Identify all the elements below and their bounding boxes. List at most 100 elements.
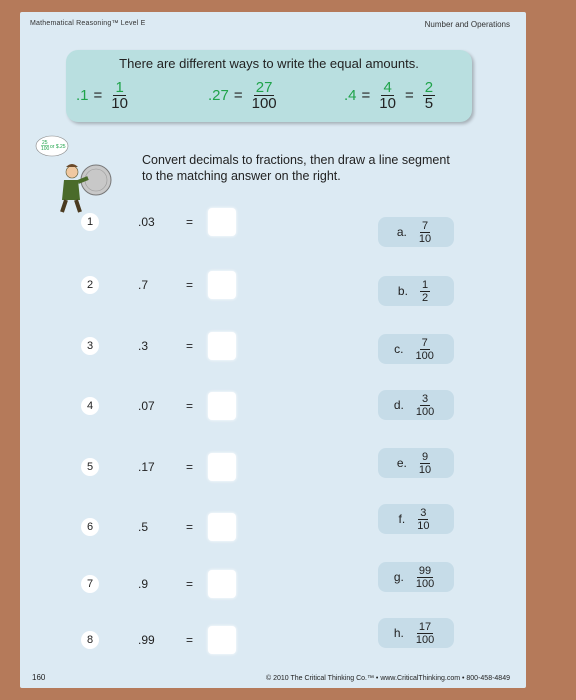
numerator: 3 (418, 506, 429, 520)
problem-number: 1 (81, 213, 99, 231)
answer-box[interactable] (208, 392, 236, 420)
answer-fraction: 7 10 (419, 220, 431, 245)
instructions: Convert decimals to fractions, then draw… (142, 153, 450, 183)
answer-choice-g[interactable]: g. 99 100 (378, 562, 454, 592)
denominator: 100 (415, 577, 435, 590)
equals-sign: = (404, 87, 414, 104)
answer-fraction: 9 10 (419, 451, 431, 476)
denominator: 100 (415, 633, 435, 646)
numerator: 7 (419, 336, 430, 350)
problem-number: 2 (81, 276, 99, 294)
answer-fraction: 1 2 (419, 278, 431, 304)
problem-number: 7 (81, 575, 99, 593)
example-3-decimal: .4 (344, 87, 357, 104)
speech-denominator: 100 (41, 146, 50, 152)
equals-sign: = (186, 278, 194, 292)
answer-label: f. (398, 512, 406, 526)
answer-choice-b[interactable]: b. 1 2 (378, 276, 454, 306)
problem-number: 4 (81, 397, 99, 415)
problem-number: 6 (81, 518, 99, 536)
answer-box[interactable] (208, 626, 236, 654)
numerator: 17 (416, 620, 434, 634)
example-2: .27 = 27 100 (208, 80, 281, 111)
copyright: © 2010 The Critical Thinking Co.™ • www.… (265, 675, 510, 682)
answer-choice-h[interactable]: h. 17 100 (378, 618, 454, 648)
denominator: 100 (251, 95, 277, 112)
numerator: 4 (381, 79, 394, 96)
denominator: 5 (424, 95, 434, 112)
answer-label: c. (394, 342, 404, 356)
banner-text: There are different ways to write the eq… (119, 56, 419, 71)
equals-sign: = (233, 87, 243, 104)
character-head (65, 165, 79, 179)
answer-box[interactable] (208, 513, 236, 541)
worksheet-page: Mathematical Reasoning™ Level E Number a… (20, 12, 526, 688)
problem-decimal: .03 (138, 215, 155, 229)
example-1: .1 = 1 10 (76, 80, 132, 111)
example-1-fraction: 1 10 (111, 80, 128, 111)
denominator: 100 (415, 349, 434, 362)
equals-sign: = (186, 460, 194, 474)
example-1-decimal: .1 (76, 87, 89, 104)
problem-number: 5 (81, 458, 99, 476)
numerator: 1 (113, 79, 126, 96)
equals-sign: = (186, 633, 194, 647)
header-title: Mathematical Reasoning™ Level E (30, 20, 146, 27)
numerator: 3 (419, 392, 431, 406)
example-3: .4 = 4 10 = 2 5 (344, 80, 439, 111)
answer-choice-c[interactable]: c. 7 100 (378, 334, 454, 364)
denominator: 10 (379, 95, 396, 112)
problem-decimal: .9 (138, 577, 149, 591)
problem-decimal: .7 (138, 278, 149, 292)
problem-number: 8 (81, 631, 99, 649)
equals-sign: = (186, 399, 194, 413)
equals-sign: = (186, 339, 194, 353)
answer-fraction: 7 100 (415, 337, 433, 362)
answer-label: e. (396, 456, 407, 470)
numerator: 27 (253, 79, 275, 96)
answer-box[interactable] (208, 453, 236, 481)
answer-fraction: 99 100 (416, 565, 434, 590)
answer-box[interactable] (208, 208, 236, 236)
character-body (62, 180, 80, 200)
answer-choice-d[interactable]: d. 3 100 (378, 390, 454, 420)
example-2-fraction: 27 100 (252, 80, 277, 111)
example-2-decimal: .27 (208, 87, 229, 104)
answer-fraction: 3 100 (416, 393, 434, 418)
denominator: 10 (418, 463, 432, 476)
numerator: 7 (419, 219, 431, 233)
denominator: 2 (421, 291, 429, 304)
answer-choice-f[interactable]: f. 3 10 (378, 504, 454, 534)
denominator: 10 (111, 95, 128, 112)
problem-decimal: .5 (138, 520, 149, 534)
problem-decimal: .17 (138, 460, 155, 474)
problem-decimal: .99 (138, 633, 155, 647)
denominator: 100 (415, 405, 435, 418)
character-with-coin-illustration: 25 100 or $.25 (35, 135, 112, 213)
header-section: Number and Operations (424, 20, 510, 29)
answer-choice-e[interactable]: e. 9 10 (378, 448, 454, 478)
equals-sign: = (93, 87, 103, 104)
equals-sign: = (186, 577, 194, 591)
answer-fraction: 17 100 (416, 621, 434, 646)
denominator: 10 (417, 519, 430, 532)
page-number: 160 (32, 673, 46, 682)
answer-box[interactable] (208, 332, 236, 360)
answer-label: d. (393, 398, 404, 412)
answer-choice-a[interactable]: a. 7 10 (378, 217, 454, 247)
answer-box[interactable] (208, 271, 236, 299)
equals-sign: = (186, 215, 194, 229)
answer-label: h. (393, 626, 404, 640)
speech-text: or $.25 (50, 144, 66, 150)
answer-fraction: 3 10 (417, 507, 429, 532)
equals-sign: = (186, 520, 194, 534)
problem-decimal: .07 (138, 399, 155, 413)
numerator: 9 (419, 450, 431, 464)
numerator: 1 (419, 278, 431, 292)
numerator: 99 (416, 564, 434, 578)
answer-label: a. (396, 225, 407, 239)
answer-box[interactable] (208, 570, 236, 598)
answer-label: b. (397, 284, 408, 298)
problem-decimal: .3 (138, 339, 149, 353)
example-3-fraction-simplified: 2 5 (422, 80, 436, 112)
